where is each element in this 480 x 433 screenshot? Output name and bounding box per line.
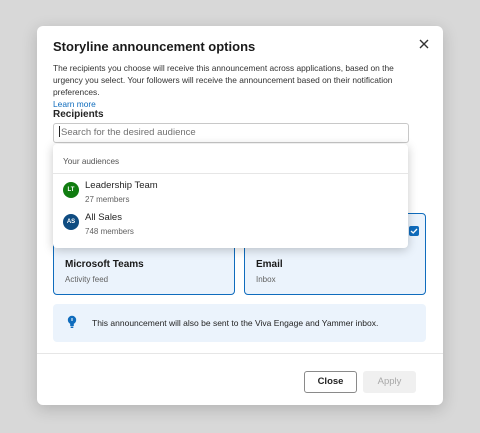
- search-placeholder: Search for the desired audience: [61, 127, 196, 138]
- dropdown-header: Your audiences: [63, 157, 120, 166]
- dialog-description: The recipients you choose will receive t…: [53, 62, 413, 110]
- channel-title: Microsoft Teams: [65, 259, 144, 270]
- close-button[interactable]: Close: [304, 371, 357, 393]
- close-icon[interactable]: [419, 39, 429, 49]
- lightbulb-icon: [67, 315, 77, 328]
- audience-members: 748 members: [85, 227, 134, 236]
- apply-button[interactable]: Apply: [363, 371, 416, 393]
- channel-subtitle: Activity feed: [65, 275, 109, 284]
- text-cursor: [59, 126, 60, 137]
- dropdown-divider: [53, 173, 408, 174]
- channel-subtitle: Inbox: [256, 275, 276, 284]
- checkbox-checked-icon[interactable]: [409, 226, 419, 236]
- recipients-label: Recipients: [53, 109, 104, 120]
- learn-more-link[interactable]: Learn more: [53, 99, 96, 109]
- audience-name: All Sales: [85, 212, 122, 223]
- audience-option-all-sales[interactable]: AS All Sales 748 members: [53, 207, 408, 239]
- description-text: The recipients you choose will receive t…: [53, 63, 394, 97]
- info-banner: This announcement will also be sent to t…: [53, 304, 426, 342]
- audience-dropdown: Your audiences LT Leadership Team 27 mem…: [53, 144, 408, 248]
- audience-name: Leadership Team: [85, 180, 158, 191]
- avatar: LT: [63, 182, 79, 198]
- footer-divider: [37, 353, 443, 354]
- avatar: AS: [63, 214, 79, 230]
- audience-members: 27 members: [85, 195, 130, 204]
- info-text: This announcement will also be sent to t…: [92, 318, 379, 328]
- dialog-title: Storyline announcement options: [53, 39, 256, 54]
- search-input[interactable]: Search for the desired audience: [53, 123, 409, 143]
- audience-option-leadership[interactable]: LT Leadership Team 27 members: [53, 175, 408, 207]
- channel-title: Email: [256, 259, 283, 270]
